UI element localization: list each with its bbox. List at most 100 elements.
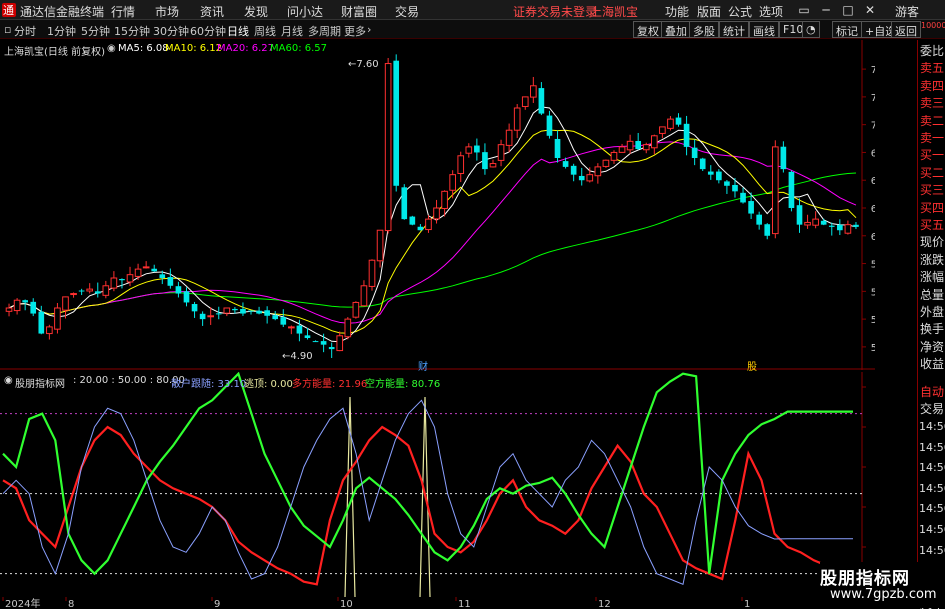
price-tick-label: 5.00: [871, 343, 875, 354]
candle-body: [360, 285, 368, 307]
more-chevron-icon[interactable]: ›: [367, 23, 371, 36]
candle-body: [578, 175, 585, 181]
auto-label[interactable]: 自动: [920, 385, 944, 399]
candlestick-chart[interactable]: 7.50 7.25 7.00 6.75 6.50 6.25 6.00 5.75 5.50 5.25…: [0, 40, 875, 370]
menu-item-quotes[interactable]: 行情: [111, 3, 135, 20]
tab-daily[interactable]: 日线: [227, 23, 249, 39]
candle-body: [175, 286, 182, 294]
ma60-label: MA60: 6.57: [270, 43, 328, 54]
tab-15min[interactable]: 15分钟: [114, 23, 150, 39]
candle-body: [352, 301, 360, 318]
tab-multi-period[interactable]: 多周期: [308, 23, 341, 39]
menu-item-market[interactable]: 市场: [155, 3, 179, 20]
candle-body: [626, 140, 634, 151]
ma5-label: MA5: 6.08: [118, 43, 169, 54]
price-tick-label: 5.75: [871, 260, 875, 271]
candle-body: [78, 290, 85, 292]
panel-item-0: 委比: [920, 44, 945, 58]
stats-button[interactable]: 统计: [719, 21, 749, 38]
candle-body: [368, 259, 376, 287]
candle-body: [820, 220, 827, 225]
multi-stock-button[interactable]: 多股: [689, 21, 719, 38]
menu-item-ask[interactable]: 问小达: [287, 3, 323, 20]
candle-body: [602, 159, 610, 167]
indicator-settings-icon[interactable]: ◉: [4, 375, 13, 386]
candle-body: [393, 60, 400, 186]
minimize-icon[interactable]: ─: [818, 2, 834, 18]
panel-item-2: 卖四: [920, 78, 945, 93]
finance-marker[interactable]: 财: [418, 358, 428, 373]
candle-body: [482, 152, 488, 170]
candle-body: [223, 307, 231, 314]
candle-body: [659, 126, 666, 134]
back-button[interactable]: 返回: [891, 21, 921, 38]
menu-item-discover[interactable]: 发现: [244, 3, 268, 20]
tab-monthly[interactable]: 月线: [281, 23, 303, 39]
guest-label[interactable]: 游客: [895, 3, 919, 20]
checkbox-icon[interactable]: ▫: [4, 23, 11, 36]
app-title: 通达信金融终端: [20, 5, 105, 19]
tab-60min[interactable]: 60分钟: [190, 23, 226, 39]
candle-body: [328, 347, 335, 350]
candle-body: [134, 268, 142, 277]
panel-item-18: 收益: [920, 357, 945, 372]
candle-body: [425, 218, 432, 231]
candle-body: [376, 229, 384, 262]
stock-marker[interactable]: 股: [747, 358, 757, 373]
candle-body: [788, 171, 795, 208]
maximize-icon[interactable]: □: [840, 2, 856, 18]
tab-1min[interactable]: 1分钟: [47, 23, 76, 39]
panel-item-6: 买一: [920, 148, 945, 163]
tab-more[interactable]: 更多: [344, 23, 366, 39]
watermark-main: 股朋指标网: [820, 569, 910, 589]
candle-body: [417, 226, 424, 231]
period-toolbar: ▫ 分时 1分钟 5分钟 15分钟 30分钟 60分钟 日线 周线 月线 多周期…: [0, 20, 945, 39]
panel-time-5: 14:56: [919, 523, 945, 536]
close-icon[interactable]: ✕: [862, 2, 878, 18]
candle-body: [740, 192, 746, 203]
panel-item-7: 买二: [920, 165, 945, 180]
tab-weekly[interactable]: 周线: [254, 23, 276, 39]
candle-body: [22, 300, 28, 303]
menu-item-trade[interactable]: 交易: [395, 3, 419, 20]
indicator-chart[interactable]: 90.0075.0060.0045.0030.0015.00: [0, 372, 875, 597]
candle-body: [46, 326, 53, 335]
tab-intraday[interactable]: 分时: [14, 23, 36, 39]
candle-body: [119, 278, 125, 281]
menu-item-wealth[interactable]: 财富圈: [341, 3, 377, 20]
candle-body: [248, 310, 254, 312]
ma-settings-icon[interactable]: ◉: [107, 43, 116, 54]
mark-button[interactable]: 标记: [832, 21, 862, 38]
candle-body: [30, 301, 37, 314]
candle-body: [812, 218, 819, 226]
candle-body: [336, 335, 344, 352]
price-tick-label: 7.50: [871, 65, 875, 76]
ma20-label: MA20: 6.27: [217, 43, 275, 54]
menu-item-formula[interactable]: 公式: [728, 3, 752, 20]
menu-item-news[interactable]: 资讯: [200, 3, 224, 20]
adjust-button[interactable]: 复权: [633, 21, 663, 38]
candle-body: [853, 224, 859, 227]
panel-item-3: 卖三: [920, 96, 945, 111]
login-notice[interactable]: 证券交易未登录: [513, 3, 597, 20]
window-menu-icon[interactable]: ▭: [796, 2, 812, 18]
trade-label[interactable]: 交易: [920, 402, 944, 416]
tab-30min[interactable]: 30分钟: [153, 23, 189, 39]
candle-body: [199, 313, 206, 320]
long-energy-label: 多方能量: 21.96: [292, 379, 368, 390]
candle-body: [312, 341, 319, 343]
tab-5min[interactable]: 5分钟: [81, 23, 110, 39]
watermark-box: 股朋指标网 www.7gpzb.com: [820, 562, 945, 608]
candle-body: [618, 146, 626, 153]
escape-top-label: 逃顶: 0.00: [244, 379, 293, 390]
mark-icon-button[interactable]: ◔: [802, 21, 820, 38]
candle-body: [110, 277, 118, 289]
menu-item-function[interactable]: 功能: [665, 3, 689, 20]
price-tick-label: 5.25: [871, 315, 875, 326]
draw-line-button[interactable]: 画线: [749, 21, 779, 38]
overlay-button[interactable]: 叠加: [661, 21, 691, 38]
candle-body: [610, 151, 618, 161]
menu-item-layout[interactable]: 版面: [697, 3, 721, 20]
panel-item-13: 涨幅: [920, 270, 945, 285]
menu-item-options[interactable]: 选项: [759, 3, 783, 20]
